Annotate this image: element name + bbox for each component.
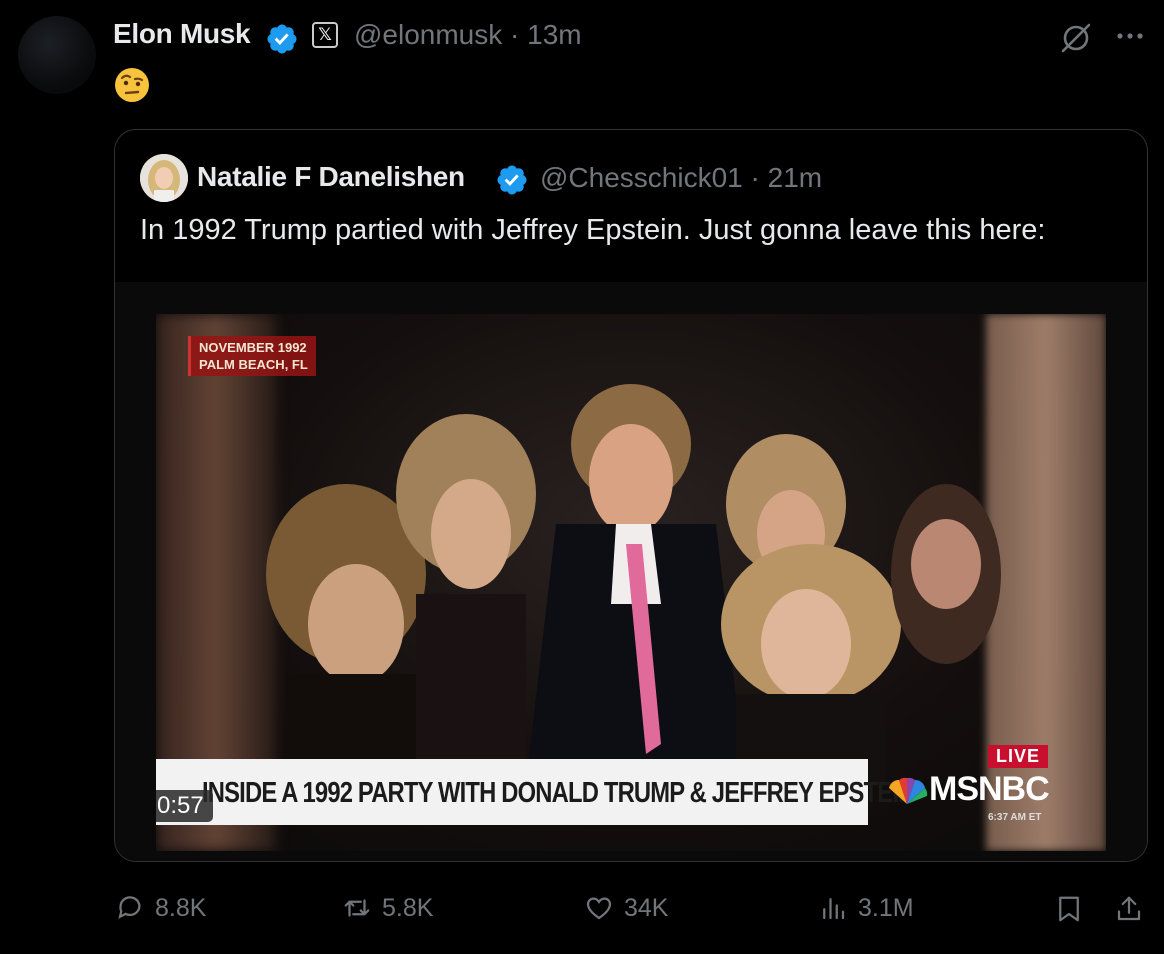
quoted-handle-line: @Chesschick01 · 21m xyxy=(540,162,822,194)
quoted-author-avatar[interactable] xyxy=(140,154,188,202)
quoted-post-text: In 1992 Trump partied with Jeffrey Epste… xyxy=(140,214,1046,246)
network-logo-text: MSNBC xyxy=(929,770,1050,808)
repost-button[interactable]: 5.8K xyxy=(342,893,433,923)
video-frame[interactable]: NOVEMBER 1992 PALM BEACH, FL INSIDE A 19… xyxy=(156,314,1106,851)
quoted-verified-badge-icon xyxy=(497,165,527,195)
video-player[interactable]: NOVEMBER 1992 PALM BEACH, FL INSIDE A 19… xyxy=(115,282,1147,861)
views-count: 3.1M xyxy=(858,893,914,922)
peacock-logo-icon xyxy=(889,777,928,804)
network-time: 6:37 AM ET xyxy=(988,812,1042,823)
author-handle[interactable]: @elonmusk xyxy=(354,19,502,50)
repost-icon xyxy=(344,899,370,917)
grok-icon[interactable] xyxy=(1058,20,1094,56)
video-chyron-text: INSIDE A 1992 PARTY WITH DONALD TRUMP & … xyxy=(202,777,915,809)
more-options-icon[interactable] xyxy=(1114,26,1146,46)
like-count: 34K xyxy=(624,893,669,922)
author-name[interactable]: Elon Musk xyxy=(113,18,251,50)
video-duration: 0:57 xyxy=(156,790,213,822)
views-button[interactable]: 3.1M xyxy=(818,893,914,923)
author-handle-line: @elonmusk · 13m xyxy=(354,19,582,51)
reply-button[interactable]: 8.8K xyxy=(115,893,206,923)
live-badge: LIVE xyxy=(988,745,1049,768)
video-dateline: NOVEMBER 1992 PALM BEACH, FL xyxy=(188,336,316,376)
share-icon[interactable] xyxy=(1114,893,1144,925)
views-chart-icon xyxy=(823,898,845,920)
x-affiliation-icon: 𝕏 xyxy=(312,22,338,48)
post-time[interactable]: · 13m xyxy=(510,19,582,50)
quoted-author-name[interactable]: Natalie F Danelishen xyxy=(197,161,465,193)
video-chyron-bar: INSIDE A 1992 PARTY WITH DONALD TRUMP & … xyxy=(156,759,915,825)
quoted-post-time[interactable]: · 21m xyxy=(751,162,823,193)
quoted-author-handle[interactable]: @Chesschick01 xyxy=(540,162,743,193)
repost-count: 5.8K xyxy=(382,893,434,922)
video-scene-people xyxy=(266,384,1001,784)
author-avatar[interactable] xyxy=(18,16,96,94)
like-button[interactable]: 34K xyxy=(584,893,668,923)
quoted-post-card[interactable]: Natalie F Danelishen @Chesschick01 · 21m… xyxy=(114,129,1148,862)
reply-icon xyxy=(118,896,141,919)
heart-icon xyxy=(586,897,612,920)
reply-count: 8.8K xyxy=(155,893,207,922)
raised-eyebrow-emoji xyxy=(115,68,149,102)
verified-badge-icon xyxy=(267,24,297,54)
bookmark-icon[interactable] xyxy=(1054,893,1084,925)
